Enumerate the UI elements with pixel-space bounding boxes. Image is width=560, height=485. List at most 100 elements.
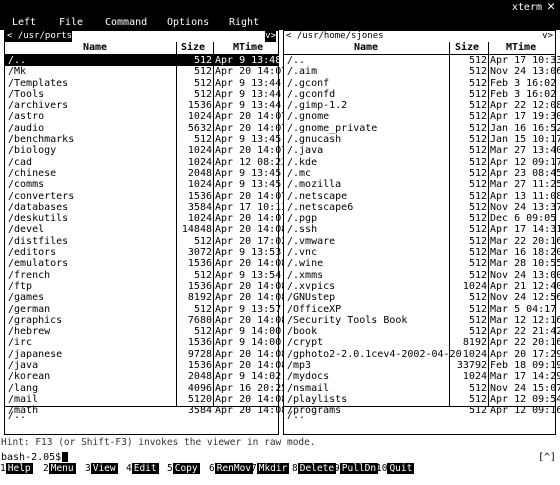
file-row[interactable]: /.gnome 512 Apr 17 19:30 [284, 111, 560, 122]
file-row[interactable]: /.vnc 512 Mar 16 18:20 [284, 247, 560, 259]
file-row[interactable]: /biology 1024 Apr 20 14:07 [5, 145, 287, 156]
file-row[interactable]: /.wine 512 Mar 28 10:55 [284, 258, 560, 269]
file-row[interactable]: /.pgp 512 Dec 6 09:05 [284, 213, 556, 224]
column-size-header[interactable]: Size [181, 42, 205, 53]
file-row[interactable]: /Templates 512 Apr 9 13:44 [5, 77, 281, 89]
fkey-mkdir[interactable]: 7 Mkdir [251, 463, 290, 475]
file-row[interactable]: /crypt 8192 Apr 22 20:16 [284, 337, 560, 348]
file-size: 512 [468, 247, 487, 259]
column-mtime-header[interactable]: MTime [506, 42, 536, 53]
file-row[interactable]: /audio 5632 Apr 20 14:07 [5, 123, 287, 134]
file-row[interactable]: /.mozilla 512 Mar 27 11:25 [284, 179, 560, 190]
file-size: 512 [193, 77, 212, 89]
file-name: /chinese [8, 167, 57, 179]
file-row[interactable]: /comms 1024 Apr 9 13:45 [5, 179, 281, 191]
file-row[interactable]: /.. 512 Apr 9 13:48 [5, 55, 281, 67]
file-name: /comms [8, 179, 45, 191]
file-row[interactable]: /japanese 9728 Apr 20 14:08 [5, 349, 287, 360]
file-row[interactable]: /.gconfd 512 Feb 3 16:02 [284, 89, 556, 100]
file-row[interactable]: /.xvpics 1024 Apr 21 12:40 [284, 281, 560, 292]
file-row[interactable]: /book 512 Apr 22 21:42 [284, 326, 560, 337]
file-row[interactable]: /.java 512 Mar 27 13:40 [284, 145, 560, 156]
file-row[interactable]: /gphoto2-2.0.1cev4-2002-04-20 1024 Apr 20 … [284, 348, 560, 360]
right-panel-path[interactable]: < /usr/home/sjones [284, 31, 384, 42]
file-row[interactable]: /graphics 7680 Apr 20 14:08 [5, 315, 287, 326]
file-row[interactable]: /mydocs 1024 Mar 17 14:29 [284, 371, 560, 382]
file-row[interactable]: /Mk 512 Apr 20 14:07 [5, 66, 287, 77]
file-row[interactable]: /.gnucash 512 Jan 15 10:17 [284, 134, 560, 145]
file-row[interactable]: /editors 3072 Apr 9 13:53 [5, 247, 281, 258]
file-size: 512 [468, 382, 487, 394]
file-row[interactable]: /ftp 1536 Apr 20 14:08 [5, 281, 287, 292]
fkey-view[interactable]: 3 View [85, 463, 118, 475]
column-name-header[interactable]: Name [83, 42, 107, 53]
right-panel[interactable]: < /usr/home/sjones v> Name Size MTime /.… [283, 30, 560, 435]
file-row[interactable]: /astro 1024 Apr 20 14:07 [5, 111, 287, 122]
file-row[interactable]: /converters 1536 Apr 20 14:07 [5, 191, 287, 202]
file-row[interactable]: /archivers 1536 Apr 9 13:44 [5, 100, 281, 111]
file-row[interactable]: /french 512 Apr 9 13:54 [5, 270, 281, 281]
file-size: 512 [468, 393, 487, 405]
left-panel-path-end[interactable]: v> [265, 31, 276, 42]
file-row[interactable]: /mp3 33792 Feb 18 09:19 [284, 360, 560, 371]
file-row[interactable]: /mail 5120 Apr 20 14:08 [5, 394, 287, 405]
file-row[interactable]: /.netscape 512 Apr 13 11:08 [284, 191, 560, 202]
file-row[interactable]: /.xmms 512 Nov 24 13:00 [284, 270, 560, 281]
file-row[interactable]: /java 1536 Apr 20 14:08 [5, 360, 287, 371]
menu-item-right[interactable]: Right [229, 17, 259, 28]
file-row[interactable]: /.netscape6 512 Nov 24 13:37 [284, 202, 560, 213]
file-size: 1024 [462, 348, 487, 360]
fkey-pulldn[interactable]: 9 PullDn [334, 463, 379, 475]
file-row[interactable]: /databases 3584 Apr 17 10:13 [5, 202, 287, 213]
file-row[interactable]: /cad 1024 Apr 12 08:23 [5, 157, 287, 168]
file-row[interactable]: /Security Tools Book 512 Mar 12 12:16 [284, 315, 560, 326]
file-name: /.. [287, 55, 306, 66]
file-row[interactable]: /german 512 Apr 9 13:57 [5, 304, 281, 315]
file-row[interactable]: /irc 1536 Apr 9 14:00 [5, 337, 281, 348]
command-prompt[interactable]: bash-2.05$ [1, 452, 69, 463]
file-row[interactable]: /.vmware 512 Mar 22 20:16 [284, 236, 560, 247]
file-row[interactable]: /games 8192 Apr 20 14:08 [5, 292, 287, 303]
menu-item-file[interactable]: File [59, 17, 83, 28]
fkey-quit[interactable]: 10 Quit [376, 463, 415, 475]
fkey-help[interactable]: 1 Help [0, 463, 33, 475]
file-row[interactable]: /distfiles 512 Apr 20 17:02 [5, 236, 287, 247]
file-row[interactable]: /.aim 512 Nov 24 13:06 [284, 66, 560, 77]
file-name: /.. [8, 55, 27, 66]
file-row[interactable]: /lang 4096 Apr 16 20:25 [5, 383, 287, 394]
file-row[interactable]: /playlists 512 Apr 12 09:54 [284, 393, 560, 405]
fkey-renmov[interactable]: 6 RenMov [209, 463, 254, 475]
file-row[interactable]: /GNUstep 512 Nov 24 12:56 [284, 292, 560, 303]
menu-item-options[interactable]: Options [167, 17, 209, 28]
fkey-edit[interactable]: 4 Edit [126, 463, 159, 475]
file-row[interactable]: /.gimp-1.2 512 Apr 22 12:08 [284, 100, 560, 111]
menu-item-left[interactable]: Left [12, 17, 36, 28]
column-name-header[interactable]: Name [354, 42, 378, 53]
file-row[interactable]: /.mc 512 Apr 23 08:45 [284, 168, 560, 179]
file-row[interactable]: /emulators 1536 Apr 20 14:08 [5, 258, 287, 269]
file-row[interactable]: /.. 512 Apr 17 10:33 [284, 55, 560, 66]
file-row[interactable]: /Tools 512 Apr 9 13:44 [5, 89, 281, 100]
close-icon[interactable]: ✕ [544, 0, 558, 14]
left-panel[interactable]: < /usr/ports v> Name Size MTime /.. 512 Ap… [4, 30, 287, 435]
file-row[interactable]: /.kde 512 Apr 12 09:17 [284, 157, 560, 168]
file-row[interactable]: /nsmail 512 Nov 24 15:07 [284, 382, 560, 394]
file-row[interactable]: /devel 14848 Apr 20 14:08 [5, 224, 287, 235]
left-panel-path[interactable]: < /usr/ports [5, 31, 73, 42]
fkey-copy[interactable]: 5 Copy [167, 463, 200, 475]
file-row[interactable]: /OfficeXP 512 Mar 5 04:17 [284, 304, 556, 315]
file-row[interactable]: /deskutils 1024 Apr 20 14:07 [5, 213, 287, 224]
file-row[interactable]: /chinese 2048 Apr 9 13:45 [5, 167, 281, 179]
file-row[interactable]: /korean 2048 Apr 9 14:02 [5, 371, 281, 382]
column-mtime-header[interactable]: MTime [233, 42, 263, 53]
column-size-header[interactable]: Size [455, 42, 479, 53]
file-row[interactable]: /benchmarks 512 Apr 9 13:45 [5, 134, 281, 145]
menu-item-command[interactable]: Command [105, 17, 147, 28]
fkey-menu[interactable]: 2 Menu [43, 463, 76, 475]
right-panel-path-end[interactable]: v> [542, 31, 553, 42]
file-row[interactable]: /hebrew 512 Apr 9 14:00 [5, 326, 281, 337]
file-row[interactable]: /.gnome_private 512 Jan 16 16:52 [284, 123, 560, 134]
file-row[interactable]: /.gconf 512 Feb 3 16:02 [284, 78, 556, 89]
fkey-delete[interactable]: 8 Delete [292, 463, 337, 475]
file-row[interactable]: /.ssh 512 Apr 17 14:31 [284, 224, 560, 235]
